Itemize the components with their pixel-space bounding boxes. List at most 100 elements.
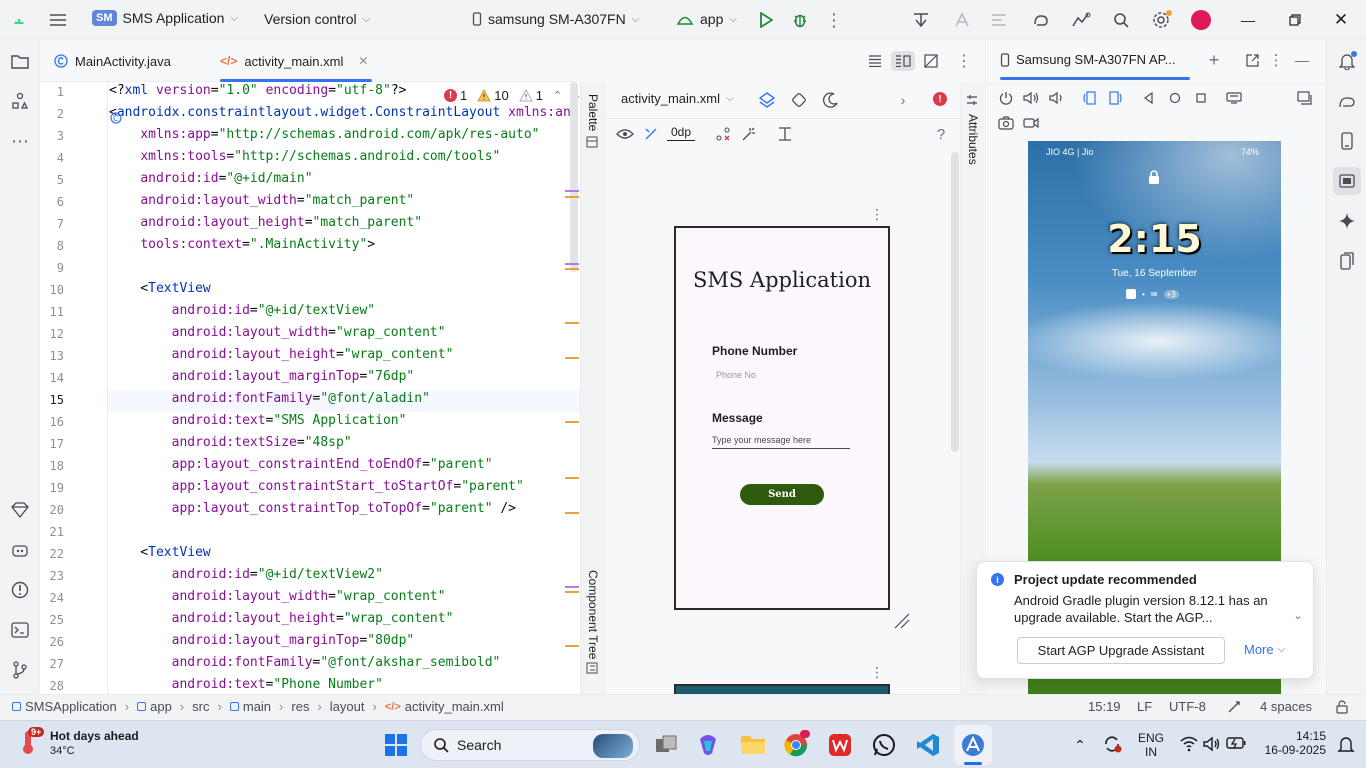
main-menu-icon[interactable]: [46, 10, 70, 30]
code-line[interactable]: <androidx.constraintlayout.widget.Constr…: [109, 105, 571, 120]
read-only-unlock-icon[interactable]: [1333, 699, 1351, 715]
avatar[interactable]: [1191, 10, 1211, 30]
terminal-icon[interactable]: [9, 619, 31, 641]
help-icon[interactable]: ?: [931, 124, 951, 144]
language-indicator[interactable]: ENG IN: [1138, 731, 1164, 759]
breadcrumb-item[interactable]: layout: [330, 699, 365, 714]
rotate-right-icon[interactable]: [1105, 88, 1125, 108]
app-inspection-icon[interactable]: [9, 539, 31, 561]
component-tree-tab[interactable]: Component Tree: [586, 570, 600, 659]
run-config-selector[interactable]: app ⌵: [676, 11, 737, 27]
project-folder-icon[interactable]: [9, 50, 31, 72]
code-line[interactable]: app:layout_constraintStart_toStartOf="pa…: [109, 479, 524, 494]
code-line[interactable]: android:layout_width="wrap_content": [109, 325, 446, 340]
add-device-icon[interactable]: +: [1204, 50, 1224, 70]
previous-highlight-icon[interactable]: ⌃: [553, 89, 562, 102]
split-view-icon[interactable]: [891, 51, 915, 71]
wifi-icon[interactable]: [1180, 736, 1198, 754]
code-line[interactable]: app:layout_constraintEnd_toEndOf="parent…: [109, 457, 493, 472]
code-line[interactable]: android:layout_height="match_parent": [109, 215, 422, 230]
gradle-elephant-icon[interactable]: [1336, 90, 1358, 112]
back-icon[interactable]: [1139, 88, 1159, 108]
editor-more-icon[interactable]: ⋮: [954, 51, 974, 71]
device-tab[interactable]: Samsung SM-A307FN AP...: [1000, 52, 1175, 67]
tab-mainactivity-java[interactable]: MainActivity.java: [54, 40, 171, 82]
volume-down-icon[interactable]: [1046, 88, 1066, 108]
code-line[interactable]: android:layout_width="wrap_content": [109, 589, 446, 604]
preview-message-input[interactable]: Type your message here: [712, 435, 850, 449]
orientation-icon[interactable]: [789, 90, 809, 110]
clear-constraints-icon[interactable]: [713, 124, 733, 144]
power-icon[interactable]: [996, 88, 1016, 108]
preview-more-icon[interactable]: ⋮: [869, 206, 885, 222]
code-line[interactable]: android:layout_width="match_parent": [109, 193, 414, 208]
blueprint-preview[interactable]: [674, 684, 890, 694]
keyboard-icon[interactable]: [1224, 88, 1244, 108]
notification-center-icon[interactable]: [1336, 734, 1358, 756]
layout-file-selector[interactable]: activity_main.xml ⌵: [621, 91, 734, 106]
copilot-icon[interactable]: [696, 733, 720, 757]
file-encoding[interactable]: UTF-8: [1169, 699, 1206, 714]
whatsapp-icon[interactable]: [872, 733, 896, 757]
indexing-icon[interactable]: [1226, 699, 1242, 715]
gradle-icon[interactable]: [1030, 10, 1052, 30]
guidelines-icon[interactable]: [775, 124, 795, 144]
code-line[interactable]: <?xml version="1.0" encoding="utf-8"?>: [109, 83, 406, 98]
rotate-left-icon[interactable]: [1080, 88, 1100, 108]
home-icon[interactable]: [1165, 88, 1185, 108]
file-explorer-icon[interactable]: [740, 733, 766, 757]
fold-marker-icon[interactable]: C: [110, 112, 122, 124]
start-agp-upgrade-button[interactable]: Start AGP Upgrade Assistant: [1017, 637, 1225, 664]
taskbar-search-box[interactable]: Search: [420, 729, 640, 761]
search-icon[interactable]: [1110, 10, 1132, 30]
code-line[interactable]: app:layout_constraintTop_toTopOf="parent…: [109, 501, 516, 516]
chrome-icon[interactable]: [784, 730, 810, 757]
caret-position[interactable]: 15:19: [1088, 699, 1121, 714]
code-line[interactable]: tools:context=".MainActivity">: [109, 237, 375, 252]
notifications-bell-icon[interactable]: [1336, 50, 1358, 72]
device-explorer-icon[interactable]: [1336, 130, 1358, 152]
show-hidden-icons-icon[interactable]: ⌃: [1070, 735, 1090, 755]
more-actions-icon[interactable]: ⋮: [824, 10, 844, 30]
design-scrollbar[interactable]: [951, 152, 959, 452]
close-tab-icon[interactable]: ✕: [358, 54, 368, 68]
settings-gear-icon[interactable]: [1150, 10, 1172, 30]
code-line[interactable]: android:layout_height="wrap_content": [109, 611, 454, 626]
code-line[interactable]: android:text="Phone Number": [109, 677, 383, 692]
weather-thermometer-icon[interactable]: 9+: [18, 727, 45, 755]
eye-icon[interactable]: [615, 124, 635, 144]
design-surface-icon[interactable]: [757, 90, 777, 110]
code-line[interactable]: android:id="@+id/textView2": [109, 567, 383, 582]
breadcrumb-item[interactable]: </> activity_main.xml: [385, 699, 504, 714]
night-mode-icon[interactable]: [821, 90, 841, 110]
device-selector[interactable]: samsung SM-A307FN ⌵: [472, 11, 639, 27]
apply-code-changes-icon[interactable]: [951, 10, 973, 30]
layout-error-icon[interactable]: !: [933, 92, 947, 106]
gemini-sparkle-icon[interactable]: [1336, 210, 1358, 232]
overview-icon[interactable]: [1191, 88, 1211, 108]
open-external-icon[interactable]: [1242, 50, 1262, 70]
expand-notification-icon[interactable]: ⌄: [1291, 608, 1305, 622]
design-view-icon[interactable]: [920, 51, 942, 71]
breadcrumb-item[interactable]: src: [192, 699, 209, 714]
code-line[interactable]: android:fontFamily="@font/aladin": [109, 391, 430, 406]
screen-record-icon[interactable]: [1021, 113, 1041, 133]
code-line[interactable]: android:layout_height="wrap_content": [109, 347, 454, 362]
project-selector[interactable]: SM SMS Application ⌵: [92, 10, 238, 26]
version-control-menu[interactable]: Version control ⌵: [264, 11, 370, 27]
running-devices-icon[interactable]: [1333, 167, 1361, 195]
tab-activity-main-xml[interactable]: </> activity_main.xml ✕: [220, 40, 373, 82]
code-line[interactable]: <TextView: [109, 545, 210, 560]
device-manager-icon[interactable]: [1069, 10, 1093, 30]
android-studio-taskbar-item[interactable]: [954, 725, 992, 765]
line-separator[interactable]: LF: [1137, 699, 1152, 714]
chevron-right-icon[interactable]: ›: [895, 90, 911, 110]
code-line[interactable]: android:layout_marginTop="80dp": [109, 633, 415, 648]
problems-icon[interactable]: [9, 579, 31, 601]
breadcrumb-item[interactable]: res: [291, 699, 309, 714]
code-view-icon[interactable]: [864, 51, 886, 71]
sync-icon[interactable]: [988, 10, 1010, 30]
screenshot-camera-icon[interactable]: [996, 113, 1016, 133]
git-icon[interactable]: [9, 659, 31, 681]
device-frame-icon[interactable]: [1295, 88, 1315, 108]
